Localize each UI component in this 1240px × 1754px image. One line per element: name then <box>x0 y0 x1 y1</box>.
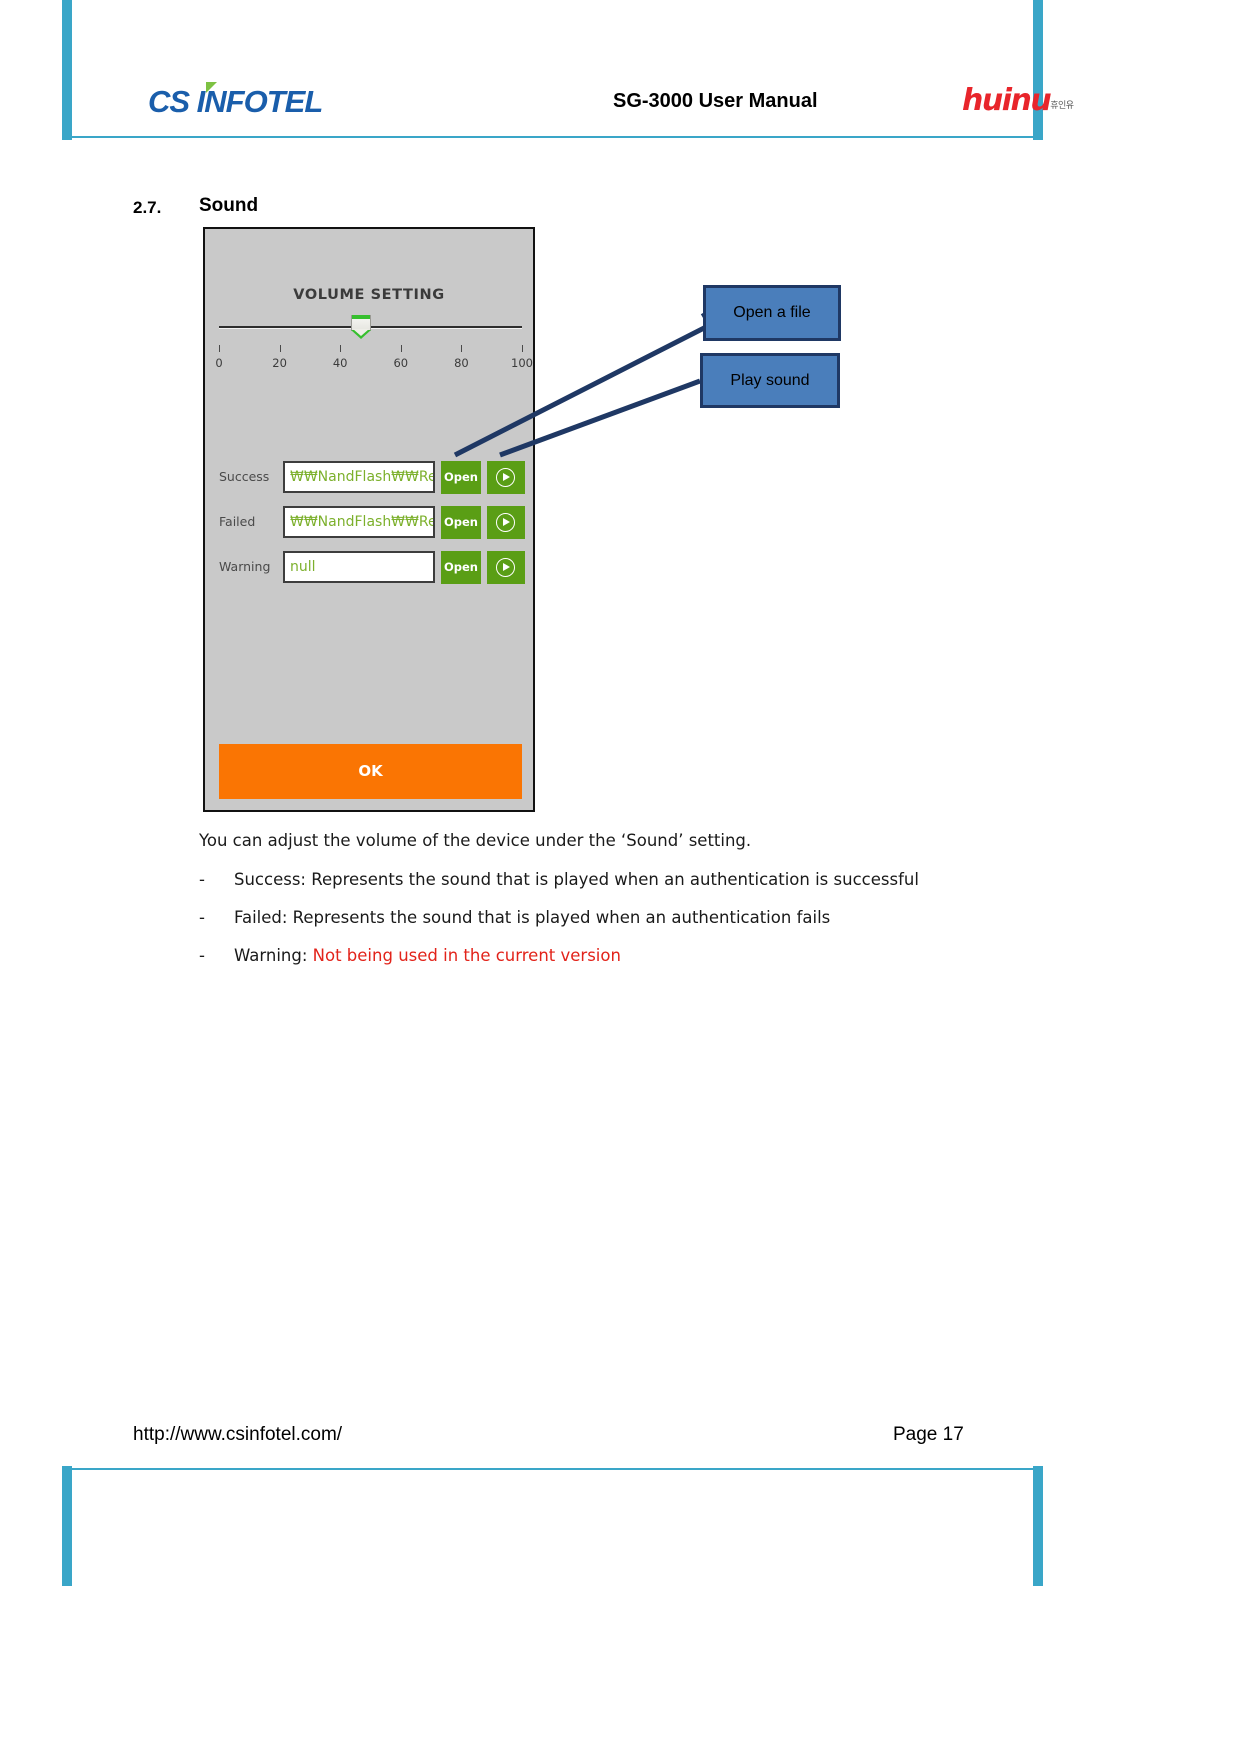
sound-path-input[interactable]: null <box>283 551 435 583</box>
section-number: 2.7. <box>133 198 162 217</box>
slider-tick-label: 80 <box>454 356 469 370</box>
huinu-logo: huinu휴인유 <box>962 84 1074 122</box>
page-title: Sound <box>199 195 259 216</box>
slider-thumb-cap <box>352 315 371 319</box>
slider-tick <box>340 345 342 352</box>
page-rail-right-bottom <box>1033 1466 1043 1586</box>
slider-tick <box>400 345 402 352</box>
page-rail-left-top <box>62 0 72 140</box>
sound-row-label: Failed <box>219 514 256 529</box>
bullet-3-note: Not being used in the current version <box>312 946 621 965</box>
play-sound-button[interactable] <box>487 506 525 539</box>
callout-open-a-file: Open a file <box>703 285 841 341</box>
volume-slider-ticks: 0 20 40 60 80 100 <box>215 345 533 377</box>
sound-row-label: Warning <box>219 559 271 574</box>
slider-tick-label: 40 <box>332 356 348 370</box>
huinu-logo-subtext: 휴인유 <box>1050 101 1074 111</box>
bullet-text-3: Warning: Not being used in the current v… <box>234 946 621 965</box>
slider-thumb-tip-inner <box>353 329 370 336</box>
slider-tick-label: 60 <box>393 356 409 370</box>
bullet-text-2: Failed: Represents the sound that is pla… <box>234 908 830 927</box>
volume-setting-label: VOLUME SETTING <box>293 287 445 303</box>
play-circle-icon <box>496 558 515 577</box>
header-divider <box>62 136 1043 138</box>
bullet-dash-2: - <box>199 908 205 927</box>
callout-play-sound: Play sound <box>700 353 840 408</box>
play-sound-button[interactable] <box>487 551 525 584</box>
footer-page-number: Page 17 <box>893 1424 964 1445</box>
sound-row: Failed ₩₩NandFlash₩₩ResoOpen <box>205 502 533 547</box>
green-flag-icon <box>206 82 217 93</box>
open-file-button[interactable]: Open <box>441 461 481 494</box>
slider-tick-label: 100 <box>511 356 533 370</box>
play-circle-icon <box>496 468 515 487</box>
bullet-2-main: Failed: Represents the sound that is pla… <box>234 908 831 927</box>
bullet-text-1: Success: Represents the sound that is pl… <box>234 870 919 889</box>
footer-url[interactable]: http://www.csinfotel.com/ <box>133 1424 342 1446</box>
sound-path-input[interactable]: ₩₩NandFlash₩₩Reso <box>283 461 435 493</box>
slider-tick <box>279 345 281 352</box>
document-title: SG-3000 User Manual <box>613 90 818 112</box>
sound-row-label: Success <box>219 469 270 484</box>
sound-row: Success ₩₩NandFlash₩₩ResoOpen <box>205 457 533 502</box>
volume-slider-thumb[interactable] <box>351 315 372 339</box>
slider-tick <box>461 345 463 352</box>
ok-button[interactable]: OK <box>219 744 522 799</box>
page-rail-left-bottom <box>62 1466 72 1586</box>
slider-tick <box>219 345 220 352</box>
sound-row-list: Success₩₩NandFlash₩₩ResoOpenFailed₩₩Nand… <box>205 457 533 592</box>
bullet-1-main: Success: Represents the sound that is pl… <box>234 870 919 889</box>
bullet-dash-3: - <box>199 946 205 965</box>
play-sound-button[interactable] <box>487 461 525 494</box>
play-circle-icon <box>496 513 515 532</box>
open-file-button[interactable]: Open <box>441 506 481 539</box>
csinfotel-logo: CS INFOTEL <box>148 82 338 122</box>
csinfotel-logo-text: CS INFOTEL <box>148 84 323 119</box>
sound-path-input[interactable]: ₩₩NandFlash₩₩Reso <box>283 506 435 538</box>
open-file-button[interactable]: Open <box>441 551 481 584</box>
sound-settings-dialog: VOLUME SETTING 0 20 40 60 80 100 Success ₩₩Nan… <box>203 227 535 812</box>
bullet-dash-1: - <box>199 870 205 889</box>
slider-tick <box>522 345 523 352</box>
footer-divider <box>62 1468 1043 1470</box>
intro-paragraph: You can adjust the volume of the device … <box>199 831 752 850</box>
huinu-logo-text: huinu <box>962 83 1052 118</box>
sound-row: Warning null Open <box>205 547 533 592</box>
slider-tick-label: 20 <box>272 356 287 370</box>
slider-tick-label: 0 <box>215 356 223 370</box>
bullet-3-main: Warning: <box>234 946 313 965</box>
